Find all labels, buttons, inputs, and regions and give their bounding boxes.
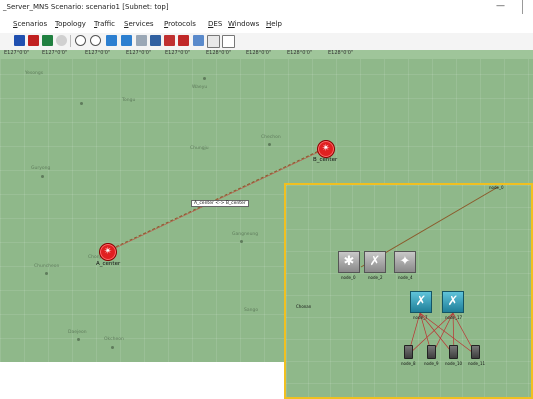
table-icon[interactable] — [136, 35, 147, 46]
device-label: node_4 — [398, 275, 413, 280]
hub-device[interactable]: ✦ — [394, 251, 416, 273]
number-icon[interactable] — [222, 35, 235, 48]
menu-topology[interactable]: Topology — [55, 20, 86, 28]
image-icon[interactable] — [193, 35, 204, 46]
menu-scenarios[interactable]: Scenarios — [13, 20, 47, 28]
core-switch-device[interactable]: ✗ — [442, 291, 464, 313]
router-b[interactable]: ✴ — [317, 140, 335, 158]
zoom-out-icon[interactable] — [90, 35, 101, 46]
menu-bar: Scenarios Topology Traffic Services Prot… — [0, 18, 533, 32]
maximize-button[interactable] — [522, 0, 531, 14]
workstation-device[interactable] — [404, 345, 413, 359]
inset-side-label: Chonan — [296, 304, 312, 309]
device-label: node_9 — [424, 361, 439, 366]
menu-help[interactable]: Help — [266, 20, 282, 28]
toolbar-separator — [70, 35, 71, 47]
device-label: node_8 — [401, 361, 416, 366]
switch-icon: ✗ — [415, 294, 427, 309]
menu-protocols[interactable]: Protocols — [164, 20, 196, 28]
router-b-label: B_center — [313, 157, 338, 163]
menu-services[interactable]: Services — [124, 20, 154, 28]
pie-icon[interactable] — [207, 35, 220, 48]
inset-top-label: node_0 — [489, 185, 504, 190]
minimize-button[interactable]: — — [496, 1, 505, 11]
workstation-device[interactable] — [471, 345, 480, 359]
link-icon[interactable] — [106, 35, 117, 46]
window-title: _Server_MNS Scenario: scenario1 [Subnet:… — [3, 3, 169, 11]
arrow-icon[interactable] — [164, 35, 175, 46]
core-switch-device[interactable]: ✗ — [410, 291, 432, 313]
device-label: node_0 — [341, 275, 356, 280]
device-label: node_11 — [468, 361, 486, 366]
switch-icon: ✗ — [447, 294, 459, 309]
router-icon: ✴ — [103, 246, 113, 257]
menu-des[interactable]: DES — [208, 20, 222, 28]
menu-traffic[interactable]: Traffic — [94, 20, 115, 28]
device-label: node_17 — [445, 315, 463, 320]
switch-icon: ✗ — [369, 254, 381, 269]
toolbar — [0, 33, 533, 51]
save-icon[interactable] — [28, 35, 39, 46]
hub-icon: ✦ — [399, 254, 411, 269]
device-label: node_7 — [413, 315, 428, 320]
open-icon[interactable] — [42, 35, 53, 46]
link-label[interactable]: A_center <-> B_center — [191, 200, 249, 207]
server-device[interactable]: ✱ — [338, 251, 360, 273]
server-icon: ✱ — [343, 254, 355, 269]
router-icon: ✴ — [321, 143, 331, 154]
workstation-device[interactable] — [427, 345, 436, 359]
zoom-in-icon[interactable] — [75, 35, 86, 46]
run-icon[interactable] — [178, 35, 189, 46]
link2-icon[interactable] — [121, 35, 132, 46]
switch-device[interactable]: ✗ — [364, 251, 386, 273]
router-a[interactable]: ✴ — [99, 243, 117, 261]
workstation-device[interactable] — [449, 345, 458, 359]
info-icon[interactable] — [56, 35, 67, 46]
subnet-inset[interactable]: node_0 Chonan ✱ node_0 ✗ node_2 ✦ node_4… — [284, 183, 533, 399]
device-label: node_2 — [368, 275, 383, 280]
title-bar: _Server_MNS Scenario: scenario1 [Subnet:… — [0, 0, 533, 18]
router-a-label: A_center — [96, 261, 121, 267]
new-scenario-icon[interactable] — [14, 35, 25, 46]
chart-icon[interactable] — [150, 35, 161, 46]
device-label: node_10 — [445, 361, 463, 366]
menu-windows[interactable]: Windows — [228, 20, 259, 28]
